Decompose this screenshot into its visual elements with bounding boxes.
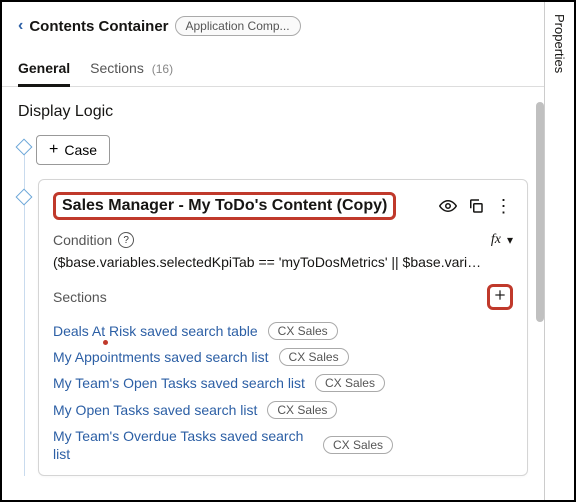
eye-icon[interactable] xyxy=(439,197,457,215)
tab-sections[interactable]: Sections (16) xyxy=(90,54,173,86)
right-sidebar: Properties xyxy=(544,2,574,500)
main-panel: ‹ Contents Container Application Comp...… xyxy=(2,2,544,500)
properties-tab[interactable]: Properties xyxy=(552,14,567,73)
kebab-menu-icon[interactable]: ⋮ xyxy=(495,197,513,215)
display-logic-timeline: + Case Sales Manager - My ToDo's Content… xyxy=(18,135,528,476)
condition-label: Condition xyxy=(53,232,112,248)
back-icon[interactable]: ‹ xyxy=(18,17,23,35)
section-badge: CX Sales xyxy=(279,348,349,366)
card-title[interactable]: Sales Manager - My ToDo's Content (Copy) xyxy=(62,197,387,214)
case-card: Sales Manager - My ToDo's Content (Copy)… xyxy=(38,179,528,476)
section-link[interactable]: My Appointments saved search list xyxy=(53,348,269,366)
sections-header-row: Sections xyxy=(53,284,513,310)
add-section-highlight xyxy=(487,284,513,310)
section-item[interactable]: My Appointments saved search list CX Sal… xyxy=(53,344,513,370)
section-badge: CX Sales xyxy=(267,401,337,419)
card-actions: ⋮ xyxy=(439,197,513,215)
chevron-down-icon[interactable]: ▾ xyxy=(507,233,513,247)
section-badge: CX Sales xyxy=(323,436,393,454)
header: ‹ Contents Container Application Comp... xyxy=(2,2,544,54)
plus-icon: + xyxy=(49,142,58,158)
context-pill[interactable]: Application Comp... xyxy=(175,16,301,36)
add-section-button[interactable] xyxy=(493,288,507,307)
section-badge: CX Sales xyxy=(268,322,338,340)
section-item[interactable]: My Open Tasks saved search list CX Sales xyxy=(53,397,513,423)
add-case-button[interactable]: + Case xyxy=(36,135,110,165)
card-title-row: Sales Manager - My ToDo's Content (Copy)… xyxy=(53,192,513,220)
condition-row: Condition ? fx ▾ xyxy=(53,232,513,248)
condition-expression[interactable]: ($base.variables.selectedKpiTab == 'myTo… xyxy=(53,254,513,270)
breadcrumb: ‹ Contents Container Application Comp... xyxy=(18,16,528,36)
card-title-highlight: Sales Manager - My ToDo's Content (Copy) xyxy=(53,192,396,220)
section-link[interactable]: My Team's Open Tasks saved search list xyxy=(53,374,305,392)
section-link[interactable]: My Team's Overdue Tasks saved search lis… xyxy=(53,427,313,463)
section-link[interactable]: My Open Tasks saved search list xyxy=(53,401,257,419)
timeline-node-icon xyxy=(16,189,33,206)
section-badge: CX Sales xyxy=(315,374,385,392)
section-item[interactable]: My Team's Overdue Tasks saved search lis… xyxy=(53,423,513,467)
tab-general[interactable]: General xyxy=(18,54,70,86)
page-title: Contents Container xyxy=(29,18,168,35)
tab-sections-count: (16) xyxy=(152,62,173,76)
tabs: General Sections (16) xyxy=(2,54,544,87)
display-logic-title: Display Logic xyxy=(18,103,528,121)
help-icon[interactable]: ? xyxy=(118,232,134,248)
content: Display Logic + Case Sales Manager - My … xyxy=(2,87,544,500)
section-item[interactable]: Deals At Risk saved search table CX Sale… xyxy=(53,318,513,344)
copy-icon[interactable] xyxy=(467,197,485,215)
fx-controls: fx ▾ xyxy=(491,232,513,248)
section-item[interactable]: My Team's Open Tasks saved search list C… xyxy=(53,370,513,396)
fx-icon[interactable]: fx xyxy=(491,232,501,248)
tab-sections-label: Sections xyxy=(90,60,144,76)
scrollbar[interactable] xyxy=(536,102,544,322)
timeline-node-icon xyxy=(16,139,33,156)
tab-general-label: General xyxy=(18,60,70,76)
sections-label: Sections xyxy=(53,289,107,305)
section-link[interactable]: Deals At Risk saved search table xyxy=(53,322,258,340)
add-case-label: Case xyxy=(64,142,97,158)
